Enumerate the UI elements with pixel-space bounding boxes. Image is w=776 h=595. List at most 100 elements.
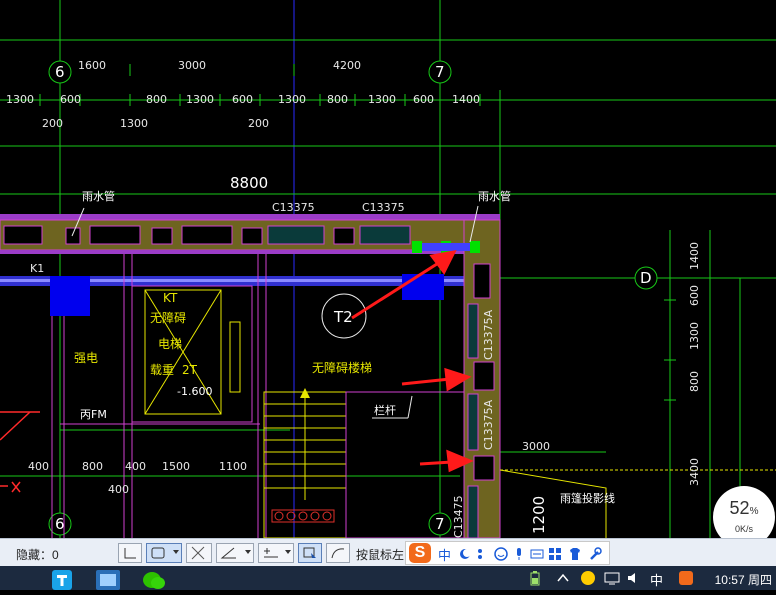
grid-icon[interactable] xyxy=(548,547,562,561)
rect-snap-icon xyxy=(151,547,165,559)
select-icon xyxy=(303,547,316,558)
shirt-icon[interactable] xyxy=(568,547,582,561)
curve-button[interactable] xyxy=(326,543,350,563)
punctuation-icon[interactable] xyxy=(476,547,490,561)
ortho-button[interactable] xyxy=(118,543,142,563)
label-t2: T2 xyxy=(333,308,353,326)
taskbar-clock[interactable]: 10:57 周四 xyxy=(715,571,772,588)
axis-bubble-7-top: 7 xyxy=(435,63,445,81)
label-window-top-2: C13375 xyxy=(362,201,405,214)
angle-button[interactable] xyxy=(216,543,254,563)
app-t-icon xyxy=(52,570,72,590)
chevron-down-icon xyxy=(173,550,179,554)
chevron-down-icon xyxy=(245,550,251,554)
dim-right-3: 800 xyxy=(688,371,701,392)
label-kt: KT xyxy=(163,291,178,305)
app-cad-icon xyxy=(96,570,120,590)
dim-r2-3: 1300 xyxy=(186,93,214,106)
dim-bottom-400: 400 xyxy=(108,483,129,496)
label-room-power: 强电 xyxy=(74,351,98,365)
dim-r2-2: 800 xyxy=(146,93,167,106)
taskbar-app-wechat[interactable] xyxy=(134,568,174,590)
dim-r2-8: 600 xyxy=(413,93,434,106)
label-elevator-1: 无障碍 xyxy=(150,310,186,325)
hidden-count-label: 隐藏：0 xyxy=(16,548,59,562)
axis-bubble-6-top: 6 xyxy=(55,63,65,81)
label-drain-right: 雨水管 xyxy=(478,189,511,203)
dim-4200: 4200 xyxy=(333,59,361,72)
cursor-prompt: 按鼠标左 xyxy=(356,548,405,562)
network-icon[interactable] xyxy=(604,571,620,585)
plus-line-icon xyxy=(264,548,278,558)
label-window-right-2: C13375A xyxy=(482,399,495,450)
tray-ime-lang[interactable]: 中 xyxy=(650,570,663,589)
axis-bubble-7-bottom: 7 xyxy=(435,515,445,533)
battery-icon[interactable] xyxy=(528,570,542,586)
dim-r3-0: 200 xyxy=(42,117,63,130)
label-window-right-1: C13375A xyxy=(482,309,495,360)
plus-line-button[interactable] xyxy=(258,543,294,563)
axis-bubble-d: D xyxy=(640,269,652,287)
microphone-icon[interactable] xyxy=(512,547,526,561)
label-canopy: 雨篷投影线 xyxy=(560,491,615,505)
label-fire-cabinet: 丙FM xyxy=(80,408,107,421)
angle-icon xyxy=(220,547,236,559)
select-button[interactable] xyxy=(298,543,322,563)
curve-icon xyxy=(331,548,345,559)
ime-toolbar[interactable]: S 中 xyxy=(405,541,610,565)
dim-bottom-0: 400 xyxy=(28,460,49,473)
dim-r2-7: 1300 xyxy=(368,93,396,106)
moon-icon[interactable] xyxy=(458,547,472,561)
taskbar-app-cad[interactable] xyxy=(88,568,128,590)
dim-r2-6: 800 xyxy=(327,93,348,106)
dim-bottom-1: 800 xyxy=(82,460,103,473)
dim-r2-5: 1300 xyxy=(278,93,306,106)
dim-r2-0: 1300 xyxy=(6,93,34,106)
dim-bottom-2: 400 xyxy=(125,460,146,473)
tray-emoji-icon[interactable] xyxy=(580,570,596,586)
dim-overall-8800: 8800 xyxy=(230,174,268,192)
dim-right-1: 600 xyxy=(688,285,701,306)
label-elevator-3: 载重 xyxy=(150,363,174,377)
dim-r2-4: 600 xyxy=(232,93,253,106)
label-k1: K1 xyxy=(30,262,44,275)
ime-lang-toggle[interactable]: 中 xyxy=(438,545,451,564)
speed-percent-unit: % xyxy=(749,506,759,517)
snap-rect-button[interactable] xyxy=(146,543,182,563)
dim-1600: 1600 xyxy=(78,59,106,72)
chevron-down-icon xyxy=(285,550,291,554)
taskbar-app-t[interactable] xyxy=(42,568,82,590)
dim-bottom-3: 1500 xyxy=(162,460,190,473)
volume-icon[interactable] xyxy=(626,571,642,585)
label-elevator-4: 2T xyxy=(182,363,198,377)
dim-r2-9: 1400 xyxy=(452,93,480,106)
label-window-top-1: C13375 xyxy=(272,201,315,214)
label-stair: 无障碍楼梯 xyxy=(312,360,372,375)
label-elevator-level: -1.600 xyxy=(177,385,212,398)
cross-button[interactable] xyxy=(186,543,212,563)
dim-3000-right: 3000 xyxy=(522,440,550,453)
floor-plan: 6 7 6 7 D 1600 3000 4200 1300 600 800 13… xyxy=(0,0,776,538)
dim-r3-2: 200 xyxy=(248,117,269,130)
sogou-logo-icon: S xyxy=(409,543,431,563)
cad-drawing-canvas[interactable]: 6 7 6 7 D 1600 3000 4200 1300 600 800 13… xyxy=(0,0,776,538)
speed-percent: 52 xyxy=(729,498,750,518)
keyboard-icon[interactable] xyxy=(530,547,544,561)
dim-right-4: 3400 xyxy=(688,458,701,486)
dim-right-0: 1400 xyxy=(688,242,701,270)
windows-taskbar: 中 10:57 周四 xyxy=(0,566,776,590)
chevron-up-icon[interactable] xyxy=(556,572,570,584)
dim-3000: 3000 xyxy=(178,59,206,72)
wrench-icon[interactable] xyxy=(588,547,602,561)
axis-bubble-6-bottom: 6 xyxy=(55,515,65,533)
tray-sogou-icon[interactable] xyxy=(678,570,694,586)
cad-status-bar: 隐藏：0 按鼠标左 S 中 xyxy=(0,538,776,567)
label-window-right-3: C13475 xyxy=(452,495,465,538)
label-elevator-2: 电梯 xyxy=(158,337,182,351)
dim-r2-1: 600 xyxy=(60,93,81,106)
label-rail: 栏杆 xyxy=(374,403,396,417)
dim-r3-1: 1300 xyxy=(120,117,148,130)
cross-icon xyxy=(191,546,205,560)
smiley-icon[interactable] xyxy=(494,547,508,561)
speed-rate: 0K/s xyxy=(734,524,753,534)
